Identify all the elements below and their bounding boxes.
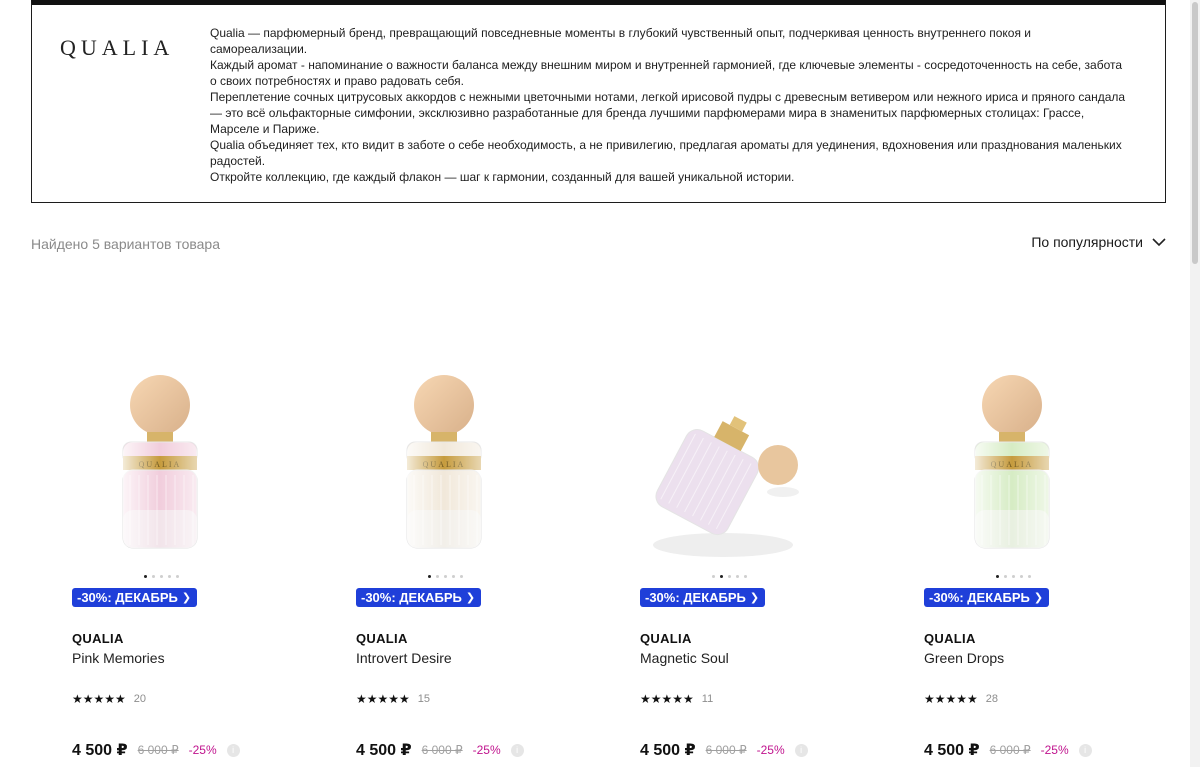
- image-carousel-dots: [712, 575, 747, 578]
- image-carousel-dots: [996, 575, 1031, 578]
- promo-badge[interactable]: -30%: ДЕКАБРЬ ❯: [924, 588, 1050, 607]
- carousel-dot[interactable]: [168, 575, 171, 578]
- results-count: Найдено 5 вариантов товара: [31, 236, 220, 252]
- product-rating: ★★★★★ 11: [640, 692, 713, 706]
- carousel-dot[interactable]: [1012, 575, 1015, 578]
- old-price: 6 000 ₽: [705, 743, 747, 757]
- carousel-dot[interactable]: [460, 575, 463, 578]
- price-row: 4 500 ₽ 6 000 ₽ -25% i: [72, 740, 240, 760]
- promo-badge[interactable]: -30%: ДЕКАБРЬ ❯: [72, 588, 198, 607]
- chevron-right-icon: ❯: [465, 592, 476, 604]
- sort-dropdown[interactable]: По популярности: [1031, 234, 1167, 250]
- brand-description-box: QUALIA Qualia — парфюмерный бренд, превр…: [31, 0, 1166, 203]
- product-card[interactable]: QUALIA -30%: ДЕКАБРЬ ❯ QUALIA Introvert …: [344, 330, 604, 770]
- product-brand: QUALIA: [640, 631, 692, 646]
- price-row: 4 500 ₽ 6 000 ₽ -25% i: [356, 740, 524, 760]
- rating-count: 28: [985, 693, 999, 705]
- description-paragraph: Переплетение сочных цитрусовых аккордов …: [210, 90, 1126, 136]
- rating-count: 11: [701, 693, 714, 705]
- product-image[interactable]: [628, 360, 838, 590]
- carousel-dot[interactable]: [720, 575, 723, 578]
- chevron-down-icon: [1152, 238, 1166, 247]
- description-paragraph: Qualia — парфюмерный бренд, превращающий…: [210, 26, 1031, 56]
- product-name[interactable]: Magnetic Soul: [640, 650, 729, 666]
- current-price: 4 500 ₽: [72, 742, 128, 759]
- image-carousel-dots: [144, 575, 179, 578]
- info-icon[interactable]: i: [510, 743, 524, 757]
- carousel-dot[interactable]: [1028, 575, 1031, 578]
- promo-label: -30%: ДЕКАБРЬ: [645, 590, 746, 605]
- star-icon: ★★★★★: [640, 692, 694, 706]
- carousel-dot[interactable]: [176, 575, 179, 578]
- promo-badge[interactable]: -30%: ДЕКАБРЬ ❯: [356, 588, 482, 607]
- product-image[interactable]: QUALIA: [60, 360, 270, 590]
- carousel-dot[interactable]: [744, 575, 747, 578]
- carousel-dot[interactable]: [160, 575, 163, 578]
- product-grid: QUALIA -30%: ДЕКАБРЬ ❯ QUALIA Pink Memor…: [60, 330, 1195, 770]
- product-name[interactable]: Green Drops: [924, 650, 1004, 666]
- product-name[interactable]: Introvert Desire: [356, 650, 452, 666]
- product-brand: QUALIA: [72, 631, 124, 646]
- info-icon[interactable]: i: [794, 743, 808, 757]
- discount-percent: -25%: [1040, 743, 1069, 757]
- info-icon[interactable]: i: [1078, 743, 1092, 757]
- carousel-dot[interactable]: [1004, 575, 1007, 578]
- discount-percent: -25%: [756, 743, 785, 757]
- product-rating: ★★★★★ 20: [72, 692, 146, 706]
- product-brand: QUALIA: [924, 631, 976, 646]
- product-name[interactable]: Pink Memories: [72, 650, 165, 666]
- scrollbar-thumb[interactable]: [1192, 2, 1198, 264]
- old-price: 6 000 ₽: [421, 743, 463, 757]
- promo-badge[interactable]: -30%: ДЕКАБРЬ ❯: [640, 588, 766, 607]
- description-paragraph: Откройте коллекцию, где каждый флакон — …: [210, 170, 795, 184]
- price-row: 4 500 ₽ 6 000 ₽ -25% i: [640, 740, 808, 760]
- carousel-dot[interactable]: [996, 575, 999, 578]
- sort-label: По популярности: [1031, 234, 1143, 250]
- product-image[interactable]: QUALIA: [912, 360, 1122, 590]
- star-icon: ★★★★★: [356, 692, 410, 706]
- carousel-dot[interactable]: [428, 575, 431, 578]
- product-image[interactable]: QUALIA: [344, 360, 554, 590]
- current-price: 4 500 ₽: [640, 742, 696, 759]
- carousel-dot[interactable]: [452, 575, 455, 578]
- star-icon: ★★★★★: [72, 692, 126, 706]
- product-rating: ★★★★★ 28: [924, 692, 998, 706]
- carousel-dot[interactable]: [736, 575, 739, 578]
- image-carousel-dots: [428, 575, 463, 578]
- star-icon: ★★★★★: [924, 692, 978, 706]
- description-paragraph: Каждый аромат - напоминание о важности б…: [210, 58, 1123, 88]
- carousel-dot[interactable]: [144, 575, 147, 578]
- carousel-dot[interactable]: [444, 575, 447, 578]
- product-card[interactable]: -30%: ДЕКАБРЬ ❯ QUALIA Magnetic Soul ★★★…: [628, 330, 888, 770]
- chevron-right-icon: ❯: [181, 592, 192, 604]
- old-price: 6 000 ₽: [137, 743, 179, 757]
- price-row: 4 500 ₽ 6 000 ₽ -25% i: [924, 740, 1092, 760]
- chevron-right-icon: ❯: [1033, 592, 1044, 604]
- description-paragraph: Qualia объединяет тех, кто видит в забот…: [210, 138, 1122, 168]
- carousel-dot[interactable]: [1020, 575, 1023, 578]
- product-card[interactable]: QUALIA -30%: ДЕКАБРЬ ❯ QUALIA Pink Memor…: [60, 330, 320, 770]
- promo-label: -30%: ДЕКАБРЬ: [929, 590, 1030, 605]
- discount-percent: -25%: [472, 743, 501, 757]
- promo-label: -30%: ДЕКАБРЬ: [77, 590, 178, 605]
- old-price: 6 000 ₽: [989, 743, 1031, 757]
- product-card[interactable]: QUALIA -30%: ДЕКАБРЬ ❯ QUALIA Green Drop…: [912, 330, 1172, 770]
- discount-percent: -25%: [188, 743, 217, 757]
- brand-description: Qualia — парфюмерный бренд, превращающий…: [210, 25, 1130, 185]
- rating-count: 20: [133, 693, 147, 705]
- info-icon[interactable]: i: [226, 743, 240, 757]
- chevron-right-icon: ❯: [749, 592, 760, 604]
- promo-label: -30%: ДЕКАБРЬ: [361, 590, 462, 605]
- brand-logo: QUALIA: [60, 35, 175, 60]
- product-brand: QUALIA: [356, 631, 408, 646]
- carousel-dot[interactable]: [436, 575, 439, 578]
- carousel-dot[interactable]: [152, 575, 155, 578]
- carousel-dot[interactable]: [712, 575, 715, 578]
- current-price: 4 500 ₽: [356, 742, 412, 759]
- product-rating: ★★★★★ 15: [356, 692, 430, 706]
- rating-count: 15: [417, 693, 431, 705]
- current-price: 4 500 ₽: [924, 742, 980, 759]
- carousel-dot[interactable]: [728, 575, 731, 578]
